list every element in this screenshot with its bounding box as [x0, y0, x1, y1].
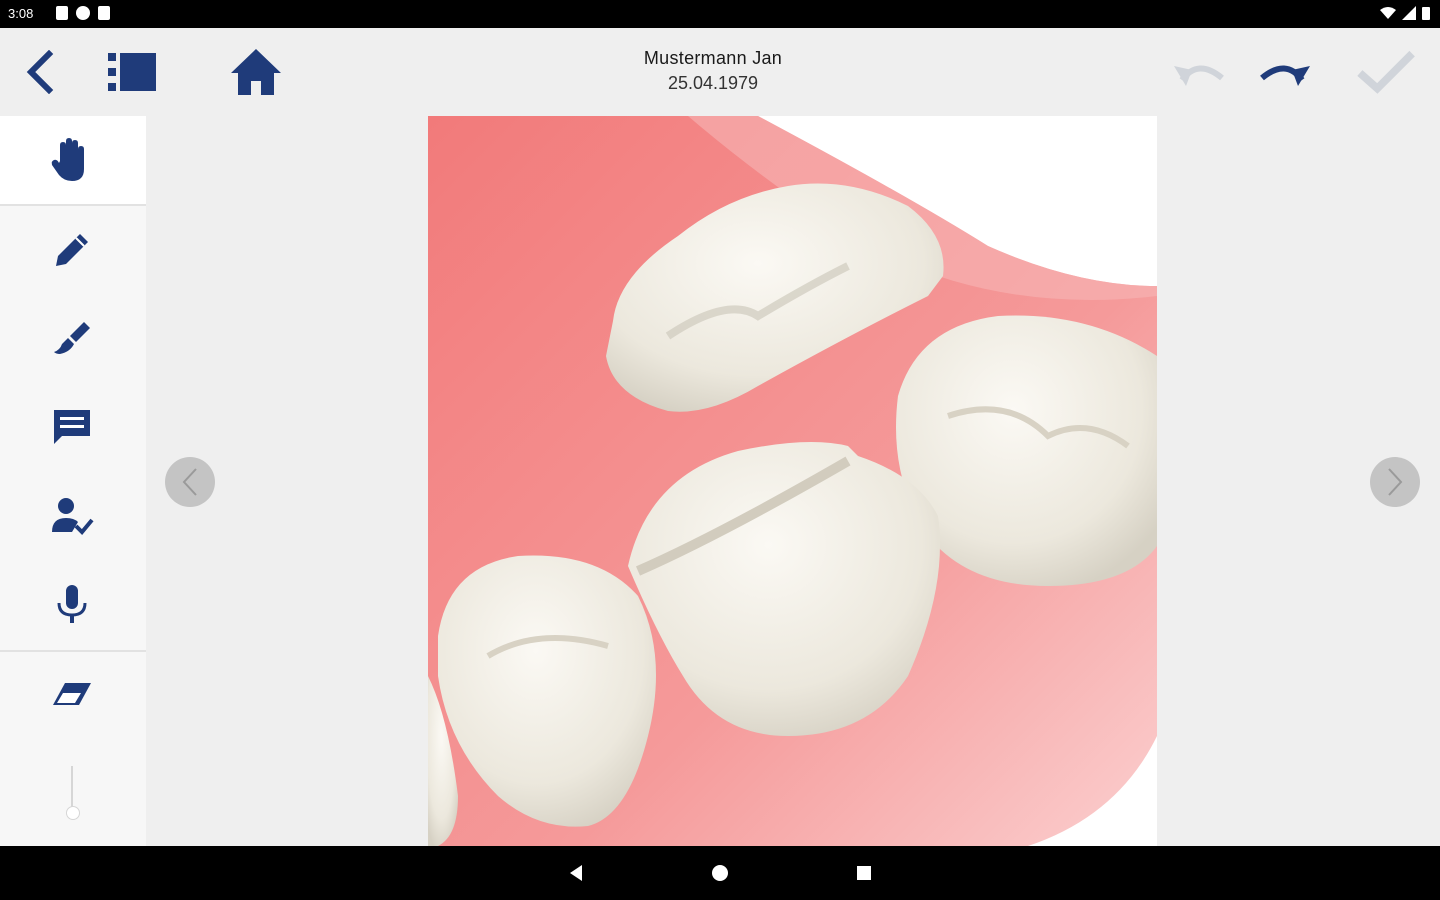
status-time: 3:08	[8, 6, 34, 21]
signal-icon	[1402, 6, 1416, 20]
patient-name: Mustermann Jan	[643, 48, 783, 68]
notification-icon	[56, 6, 68, 20]
size-slider-thumb[interactable]	[66, 806, 80, 820]
hand-icon	[51, 138, 84, 181]
back-button[interactable]	[10, 42, 70, 102]
canvas-area	[146, 116, 1440, 846]
tool-signature[interactable]	[42, 486, 102, 546]
dental-image[interactable]	[428, 116, 1157, 846]
eraser-icon	[53, 683, 91, 705]
confirm-button[interactable]	[1356, 42, 1416, 102]
comment-icon	[54, 410, 90, 444]
nav-back-button[interactable]	[563, 860, 589, 886]
battery-icon	[1422, 7, 1430, 20]
undo-icon	[1174, 65, 1224, 86]
tool-divider	[0, 650, 146, 652]
redo-icon	[1260, 65, 1310, 86]
home-circle-icon	[712, 865, 728, 881]
toggle-sidebar-button[interactable]	[102, 42, 162, 102]
tool-sidebar	[0, 116, 146, 846]
app-icon	[76, 6, 90, 20]
nav-recents-button[interactable]	[851, 860, 877, 886]
back-arrow-icon	[26, 50, 54, 94]
status-bar: 3:08	[0, 0, 1440, 28]
recents-square-icon	[857, 866, 871, 880]
tool-comment[interactable]	[42, 398, 102, 458]
tool-eraser[interactable]	[42, 664, 102, 724]
chevron-right-icon	[1388, 468, 1403, 496]
home-icon	[231, 49, 281, 95]
pencil-icon	[56, 234, 88, 266]
app-header: Mustermann Jan 25.04.1979	[0, 28, 1440, 116]
dental-illustration	[428, 116, 1157, 846]
sidebar-list-icon	[108, 53, 156, 91]
tool-pencil[interactable]	[42, 220, 102, 280]
previous-image-button[interactable]	[165, 457, 215, 507]
brush-icon	[54, 322, 90, 354]
sd-card-icon	[98, 6, 110, 20]
microphone-icon	[57, 585, 87, 623]
undo-button[interactable]	[1170, 42, 1230, 102]
tool-voice[interactable]	[42, 574, 102, 634]
system-nav-bar	[0, 846, 1440, 900]
wifi-icon	[1380, 7, 1396, 19]
patient-dob: 25.04.1979	[667, 73, 759, 93]
user-check-icon	[52, 498, 94, 535]
patient-header: Mustermann Jan 25.04.1979	[520, 48, 906, 94]
tool-marker[interactable]	[42, 308, 102, 368]
tool-pan[interactable]	[42, 130, 102, 190]
back-triangle-icon	[570, 865, 582, 881]
next-image-button[interactable]	[1370, 457, 1420, 507]
redo-button[interactable]	[1254, 42, 1314, 102]
nav-home-button[interactable]	[707, 860, 733, 886]
confirm-check-icon	[1357, 50, 1415, 94]
chevron-left-icon	[182, 468, 197, 496]
home-button[interactable]	[226, 42, 286, 102]
